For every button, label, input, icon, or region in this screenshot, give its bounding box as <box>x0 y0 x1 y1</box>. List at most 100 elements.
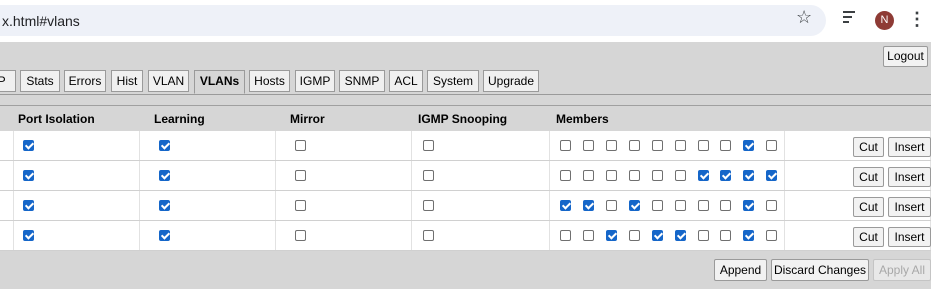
insert-button[interactable]: Insert <box>888 197 931 217</box>
mirror-checkbox[interactable] <box>295 230 306 241</box>
mirror-checkbox[interactable] <box>295 140 306 151</box>
member-port-8-checkbox[interactable] <box>720 200 731 211</box>
logout-button[interactable]: Logout <box>883 46 928 67</box>
table-cell <box>0 161 14 190</box>
tab-hist[interactable]: Hist <box>111 70 143 92</box>
member-port-8-checkbox[interactable] <box>720 170 731 181</box>
igmp-snooping-checkbox[interactable] <box>423 230 434 241</box>
member-port-2-checkbox[interactable] <box>583 230 594 241</box>
header-igmp-snooping: IGMP Snooping <box>418 112 508 126</box>
table-row: Cut Insert <box>0 161 931 191</box>
member-port-1-checkbox[interactable] <box>560 200 571 211</box>
cut-button[interactable]: Cut <box>853 167 884 187</box>
port-isolation-checkbox[interactable] <box>23 230 34 241</box>
member-port-3-checkbox[interactable] <box>606 230 617 241</box>
append-button[interactable]: Append <box>714 259 767 281</box>
igmp-snooping-checkbox[interactable] <box>423 140 434 151</box>
apply-all-button[interactable]: Apply All <box>873 259 931 281</box>
member-port-7-checkbox[interactable] <box>698 230 709 241</box>
member-port-10-checkbox[interactable] <box>766 170 777 181</box>
igmp-snooping-checkbox[interactable] <box>423 200 434 211</box>
member-port-1-checkbox[interactable] <box>560 140 571 151</box>
member-port-3-checkbox[interactable] <box>606 170 617 181</box>
member-port-10-checkbox[interactable] <box>766 230 777 241</box>
learning-checkbox[interactable] <box>159 230 170 241</box>
learning-checkbox[interactable] <box>159 200 170 211</box>
member-port-10-checkbox[interactable] <box>766 140 777 151</box>
member-port-6-checkbox[interactable] <box>675 170 686 181</box>
insert-button[interactable]: Insert <box>888 167 931 187</box>
cut-button[interactable]: Cut <box>853 137 884 157</box>
table-row: Cut Insert <box>0 131 931 161</box>
member-port-1-checkbox[interactable] <box>560 230 571 241</box>
tab-vlans[interactable]: VLANs <box>194 70 245 94</box>
member-port-10-checkbox[interactable] <box>766 200 777 211</box>
bookmark-star-icon[interactable]: ☆ <box>796 8 812 26</box>
header-port-isolation: Port Isolation <box>18 112 95 126</box>
member-port-3-checkbox[interactable] <box>606 200 617 211</box>
cut-button[interactable]: Cut <box>853 197 884 217</box>
mirror-checkbox[interactable] <box>295 200 306 211</box>
member-port-9-checkbox[interactable] <box>743 170 754 181</box>
member-port-5-checkbox[interactable] <box>652 140 663 151</box>
learning-checkbox[interactable] <box>159 170 170 181</box>
member-port-1-checkbox[interactable] <box>560 170 571 181</box>
member-port-8-checkbox[interactable] <box>720 230 731 241</box>
insert-button[interactable]: Insert <box>888 227 931 247</box>
member-port-4-checkbox[interactable] <box>629 170 640 181</box>
member-port-2-checkbox[interactable] <box>583 200 594 211</box>
member-port-7-checkbox[interactable] <box>698 140 709 151</box>
port-isolation-checkbox[interactable] <box>23 200 34 211</box>
member-port-2-checkbox[interactable] <box>583 170 594 181</box>
tab-tp[interactable]: TP <box>0 70 16 92</box>
member-port-5-checkbox[interactable] <box>652 230 663 241</box>
header-learning: Learning <box>154 112 205 126</box>
tab-system[interactable]: System <box>427 70 479 92</box>
table-row: Cut Insert <box>0 221 931 251</box>
url-text[interactable]: x.html#vlans <box>2 13 80 29</box>
member-port-4-checkbox[interactable] <box>629 200 640 211</box>
profile-avatar[interactable]: N <box>875 11 894 30</box>
member-port-6-checkbox[interactable] <box>675 200 686 211</box>
igmp-snooping-checkbox[interactable] <box>423 170 434 181</box>
app-panel: Logout TPStatsErrorsHistVLANVLANsHostsIG… <box>0 42 931 289</box>
member-port-9-checkbox[interactable] <box>743 200 754 211</box>
port-isolation-checkbox[interactable] <box>23 140 34 151</box>
member-port-3-checkbox[interactable] <box>606 140 617 151</box>
member-port-4-checkbox[interactable] <box>629 230 640 241</box>
reading-list-icon[interactable] <box>843 10 859 24</box>
member-port-9-checkbox[interactable] <box>743 230 754 241</box>
learning-checkbox[interactable] <box>159 140 170 151</box>
insert-button[interactable]: Insert <box>888 137 931 157</box>
discard-changes-button[interactable]: Discard Changes <box>771 259 869 281</box>
table-header: Port Isolation Learning Mirror IGMP Snoo… <box>0 105 931 131</box>
tab-igmp[interactable]: IGMP <box>295 70 335 92</box>
mirror-checkbox[interactable] <box>295 170 306 181</box>
browser-menu-icon[interactable]: ⋮ <box>908 10 926 28</box>
member-port-6-checkbox[interactable] <box>675 140 686 151</box>
cut-button[interactable]: Cut <box>853 227 884 247</box>
tab-errors[interactable]: Errors <box>64 70 106 92</box>
member-port-2-checkbox[interactable] <box>583 140 594 151</box>
tab-stats[interactable]: Stats <box>20 70 60 92</box>
member-port-4-checkbox[interactable] <box>629 140 640 151</box>
member-port-7-checkbox[interactable] <box>698 200 709 211</box>
member-port-9-checkbox[interactable] <box>743 140 754 151</box>
table-cell <box>0 221 14 250</box>
tab-bar: TPStatsErrorsHistVLANVLANsHostsIGMPSNMPA… <box>0 70 931 94</box>
tab-upgrade[interactable]: Upgrade <box>483 70 539 92</box>
member-port-8-checkbox[interactable] <box>720 140 731 151</box>
header-mirror: Mirror <box>290 112 325 126</box>
tab-vlan[interactable]: VLAN <box>148 70 189 92</box>
port-isolation-checkbox[interactable] <box>23 170 34 181</box>
member-port-7-checkbox[interactable] <box>698 170 709 181</box>
tab-acl[interactable]: ACL <box>389 70 423 92</box>
member-port-5-checkbox[interactable] <box>652 170 663 181</box>
address-bar[interactable]: x.html#vlans <box>0 5 826 36</box>
tab-snmp[interactable]: SNMP <box>339 70 385 92</box>
table-row: Cut Insert <box>0 191 931 221</box>
member-port-5-checkbox[interactable] <box>652 200 663 211</box>
tab-hosts[interactable]: Hosts <box>249 70 290 92</box>
member-port-6-checkbox[interactable] <box>675 230 686 241</box>
tab-divider <box>0 94 931 95</box>
